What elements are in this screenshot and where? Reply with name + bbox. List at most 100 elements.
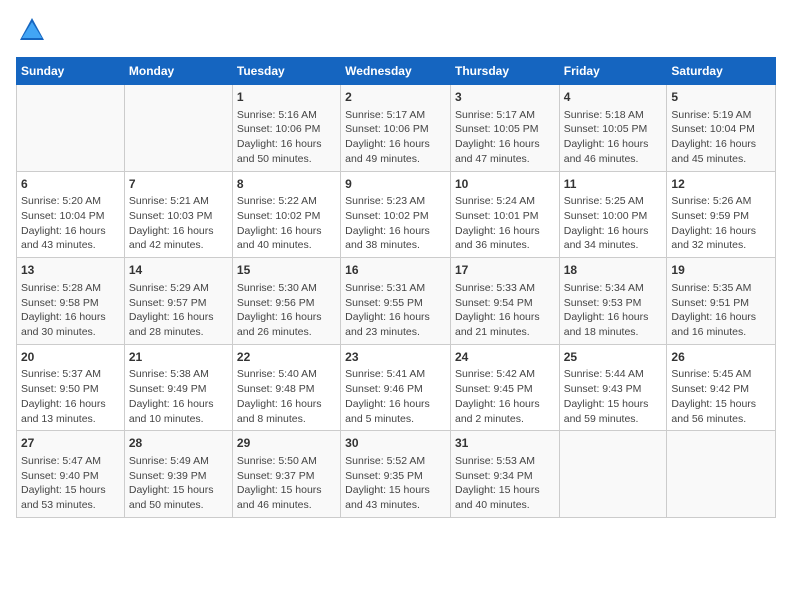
calendar-cell: 8Sunrise: 5:22 AM Sunset: 10:02 PM Dayli… — [232, 171, 340, 258]
day-number: 30 — [345, 435, 446, 452]
calendar-cell: 11Sunrise: 5:25 AM Sunset: 10:00 PM Dayl… — [559, 171, 667, 258]
day-number: 7 — [129, 176, 228, 193]
calendar-cell: 7Sunrise: 5:21 AM Sunset: 10:03 PM Dayli… — [124, 171, 232, 258]
page-header — [16, 16, 776, 49]
calendar-cell: 2 Sunrise: 5:17 AM Sunset: 10:06 PM Dayli… — [341, 85, 451, 172]
calendar-header: SundayMondayTuesdayWednesdayThursdayFrid… — [17, 58, 776, 85]
weekday-header: Sunday — [17, 58, 125, 85]
calendar-cell: 6Sunrise: 5:20 AM Sunset: 10:04 PM Dayli… — [17, 171, 125, 258]
calendar-cell — [124, 85, 232, 172]
day-number: 14 — [129, 262, 228, 279]
day-number: 5 — [671, 89, 771, 106]
day-number: 3 — [455, 89, 555, 106]
cell-content: Sunrise: 5:20 AM Sunset: 10:04 PM Daylig… — [21, 194, 120, 253]
day-number: 19 — [671, 262, 771, 279]
cell-content: Sunrise: 5:22 AM Sunset: 10:02 PM Daylig… — [237, 194, 336, 253]
cell-content: Sunrise: 5:30 AM Sunset: 9:56 PM Dayligh… — [237, 281, 336, 340]
weekday-header: Saturday — [667, 58, 776, 85]
cell-content: Sunrise: 5:26 AM Sunset: 9:59 PM Dayligh… — [671, 194, 771, 253]
day-number: 4 — [564, 89, 663, 106]
day-number: 11 — [564, 176, 663, 193]
cell-content: Sunrise: 5:52 AM Sunset: 9:35 PM Dayligh… — [345, 454, 446, 513]
cell-content: Sunrise: 5:16 AM Sunset: 10:06 PM Daylig… — [237, 108, 336, 167]
calendar-cell: 18 Sunrise: 5:34 AM Sunset: 9:53 PM Dayli… — [559, 258, 667, 345]
logo-text — [16, 16, 46, 49]
calendar-cell: 22Sunrise: 5:40 AM Sunset: 9:48 PM Dayli… — [232, 344, 340, 431]
day-number: 17 — [455, 262, 555, 279]
cell-content: Sunrise: 5:47 AM Sunset: 9:40 PM Dayligh… — [21, 454, 120, 513]
calendar-cell — [559, 431, 667, 518]
calendar-cell: 20Sunrise: 5:37 AM Sunset: 9:50 PM Dayli… — [17, 344, 125, 431]
calendar-cell: 30 Sunrise: 5:52 AM Sunset: 9:35 PM Dayli… — [341, 431, 451, 518]
calendar-cell: 10Sunrise: 5:24 AM Sunset: 10:01 PM Dayl… — [450, 171, 559, 258]
calendar-cell — [17, 85, 125, 172]
day-number: 9 — [345, 176, 446, 193]
cell-content: Sunrise: 5:42 AM Sunset: 9:45 PM Dayligh… — [455, 367, 555, 426]
calendar-cell: 19Sunrise: 5:35 AM Sunset: 9:51 PM Dayli… — [667, 258, 776, 345]
cell-content: Sunrise: 5:50 AM Sunset: 9:37 PM Dayligh… — [237, 454, 336, 513]
calendar-cell: 24Sunrise: 5:42 AM Sunset: 9:45 PM Dayli… — [450, 344, 559, 431]
cell-content: Sunrise: 5:17 AM Sunset: 10:05 PM Daylig… — [455, 108, 555, 167]
calendar-cell: 16 Sunrise: 5:31 AM Sunset: 9:55 PM Dayli… — [341, 258, 451, 345]
day-number: 24 — [455, 349, 555, 366]
weekday-header: Tuesday — [232, 58, 340, 85]
day-number: 18 — [564, 262, 663, 279]
day-number: 28 — [129, 435, 228, 452]
calendar-cell: 1 Sunrise: 5:16 AM Sunset: 10:06 PM Dayli… — [232, 85, 340, 172]
cell-content: Sunrise: 5:24 AM Sunset: 10:01 PM Daylig… — [455, 194, 555, 253]
day-number: 8 — [237, 176, 336, 193]
day-number: 23 — [345, 349, 446, 366]
calendar-table: SundayMondayTuesdayWednesdayThursdayFrid… — [16, 57, 776, 518]
day-number: 20 — [21, 349, 120, 366]
calendar-cell: 28Sunrise: 5:49 AM Sunset: 9:39 PM Dayli… — [124, 431, 232, 518]
calendar-cell: 3 Sunrise: 5:17 AM Sunset: 10:05 PM Dayli… — [450, 85, 559, 172]
day-number: 25 — [564, 349, 663, 366]
calendar-cell: 29 Sunrise: 5:50 AM Sunset: 9:37 PM Dayli… — [232, 431, 340, 518]
calendar-cell: 5 Sunrise: 5:19 AM Sunset: 10:04 PM Dayli… — [667, 85, 776, 172]
calendar-cell: 13 Sunrise: 5:28 AM Sunset: 9:58 PM Dayli… — [17, 258, 125, 345]
calendar-cell: 25Sunrise: 5:44 AM Sunset: 9:43 PM Dayli… — [559, 344, 667, 431]
logo-icon — [18, 16, 46, 44]
cell-content: Sunrise: 5:37 AM Sunset: 9:50 PM Dayligh… — [21, 367, 120, 426]
cell-content: Sunrise: 5:40 AM Sunset: 9:48 PM Dayligh… — [237, 367, 336, 426]
calendar-cell: 9Sunrise: 5:23 AM Sunset: 10:02 PM Dayli… — [341, 171, 451, 258]
cell-content: Sunrise: 5:53 AM Sunset: 9:34 PM Dayligh… — [455, 454, 555, 513]
cell-content: Sunrise: 5:31 AM Sunset: 9:55 PM Dayligh… — [345, 281, 446, 340]
calendar-cell: 15 Sunrise: 5:30 AM Sunset: 9:56 PM Dayli… — [232, 258, 340, 345]
cell-content: Sunrise: 5:38 AM Sunset: 9:49 PM Dayligh… — [129, 367, 228, 426]
cell-content: Sunrise: 5:19 AM Sunset: 10:04 PM Daylig… — [671, 108, 771, 167]
weekday-header: Thursday — [450, 58, 559, 85]
day-number: 16 — [345, 262, 446, 279]
calendar-week: 1 Sunrise: 5:16 AM Sunset: 10:06 PM Dayli… — [17, 85, 776, 172]
cell-content: Sunrise: 5:34 AM Sunset: 9:53 PM Dayligh… — [564, 281, 663, 340]
cell-content: Sunrise: 5:44 AM Sunset: 9:43 PM Dayligh… — [564, 367, 663, 426]
calendar-cell: 14Sunrise: 5:29 AM Sunset: 9:57 PM Dayli… — [124, 258, 232, 345]
calendar-cell: 21Sunrise: 5:38 AM Sunset: 9:49 PM Dayli… — [124, 344, 232, 431]
day-number: 15 — [237, 262, 336, 279]
calendar-cell: 4 Sunrise: 5:18 AM Sunset: 10:05 PM Dayli… — [559, 85, 667, 172]
calendar-week: 6Sunrise: 5:20 AM Sunset: 10:04 PM Dayli… — [17, 171, 776, 258]
day-number: 2 — [345, 89, 446, 106]
calendar-week: 27 Sunrise: 5:47 AM Sunset: 9:40 PM Dayli… — [17, 431, 776, 518]
day-number: 29 — [237, 435, 336, 452]
cell-content: Sunrise: 5:41 AM Sunset: 9:46 PM Dayligh… — [345, 367, 446, 426]
day-number: 1 — [237, 89, 336, 106]
cell-content: Sunrise: 5:17 AM Sunset: 10:06 PM Daylig… — [345, 108, 446, 167]
calendar-body: 1 Sunrise: 5:16 AM Sunset: 10:06 PM Dayli… — [17, 85, 776, 518]
weekday-header: Monday — [124, 58, 232, 85]
day-number: 22 — [237, 349, 336, 366]
logo — [16, 16, 46, 49]
calendar-cell: 31Sunrise: 5:53 AM Sunset: 9:34 PM Dayli… — [450, 431, 559, 518]
day-number: 13 — [21, 262, 120, 279]
calendar-cell — [667, 431, 776, 518]
calendar-week: 13 Sunrise: 5:28 AM Sunset: 9:58 PM Dayli… — [17, 258, 776, 345]
day-number: 27 — [21, 435, 120, 452]
day-number: 6 — [21, 176, 120, 193]
cell-content: Sunrise: 5:18 AM Sunset: 10:05 PM Daylig… — [564, 108, 663, 167]
cell-content: Sunrise: 5:28 AM Sunset: 9:58 PM Dayligh… — [21, 281, 120, 340]
calendar-cell: 26Sunrise: 5:45 AM Sunset: 9:42 PM Dayli… — [667, 344, 776, 431]
calendar-cell: 12Sunrise: 5:26 AM Sunset: 9:59 PM Dayli… — [667, 171, 776, 258]
cell-content: Sunrise: 5:23 AM Sunset: 10:02 PM Daylig… — [345, 194, 446, 253]
cell-content: Sunrise: 5:25 AM Sunset: 10:00 PM Daylig… — [564, 194, 663, 253]
weekday-header: Wednesday — [341, 58, 451, 85]
